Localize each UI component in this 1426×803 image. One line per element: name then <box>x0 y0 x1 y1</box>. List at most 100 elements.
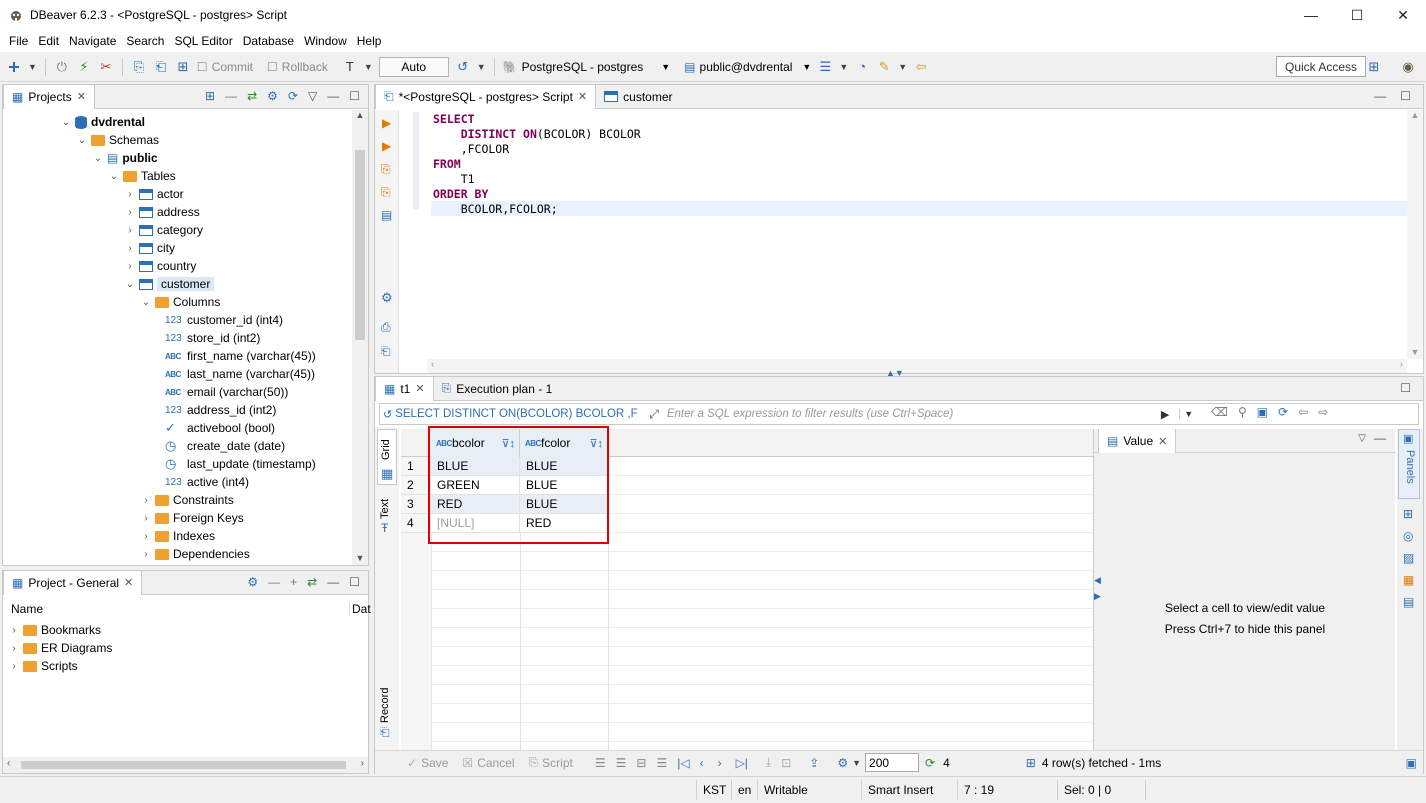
forward-arrow-icon[interactable]: ⇨ <box>1318 405 1328 419</box>
back-arrow-icon[interactable]: ⇦ <box>1298 405 1308 419</box>
link-editor-icon[interactable]: ⇄ <box>247 89 257 103</box>
filter-input[interactable]: Enter a SQL expression to filter results… <box>667 408 1157 420</box>
chevron-down-icon[interactable]: ⌄ <box>77 135 87 146</box>
chevron-right-icon[interactable]: › <box>125 225 135 236</box>
editor-horizontal-scrollbar[interactable]: ‹ › <box>427 359 1407 373</box>
gear-icon[interactable]: ⚙ <box>837 756 848 770</box>
chevron-down-icon[interactable]: ⌄ <box>61 117 71 128</box>
execute-script-new-tab-icon[interactable]: ⎘ <box>381 185 391 200</box>
refresh-icon[interactable]: ⟳ <box>288 89 298 103</box>
chevron-right-icon[interactable]: › <box>9 643 19 654</box>
tree-item-actor[interactable]: › actor <box>125 185 183 203</box>
value-view-icon[interactable]: ▤ <box>1403 595 1414 609</box>
tree-item-constraints[interactable]: › Constraints <box>141 491 233 509</box>
chevron-right-icon[interactable]: › <box>125 189 135 200</box>
sql-code-area[interactable]: SELECT DISTINCT ON(BCOLOR) BCOLOR ,FCOLO… <box>433 112 1403 352</box>
collapse-all-icon[interactable]: — <box>225 89 237 103</box>
add-row-icon[interactable]: ☰ <box>616 756 627 770</box>
collapse-left-icon[interactable]: ◀ <box>1094 575 1101 586</box>
tree-item-store_id[interactable]: 123 store_id (int2) <box>165 329 260 347</box>
tree-item-customer_id[interactable]: 123 customer_id (int4) <box>165 311 283 329</box>
panel-toggle-icon[interactable]: ▣ <box>1406 756 1417 770</box>
references-icon[interactable]: ▦ <box>1403 573 1414 587</box>
chevron-down-icon[interactable]: ▼ <box>364 62 373 72</box>
commit-button[interactable]: ☐ Commit <box>197 60 253 74</box>
menu-sql-editor[interactable]: SQL Editor <box>169 34 237 48</box>
maximize-view-icon[interactable]: ☐ <box>349 89 360 103</box>
scroll-thumb[interactable] <box>21 761 346 769</box>
tab-project-general[interactable]: ▦ Project - General ✕ <box>3 570 143 595</box>
open-perspective-icon[interactable]: ⊞ <box>1366 59 1382 75</box>
format-icon[interactable]: ☰ <box>817 59 833 75</box>
commit-mode-combo[interactable]: Auto <box>378 56 449 77</box>
previous-page-icon[interactable]: ‹ <box>700 756 704 770</box>
save-filter-icon[interactable]: ▣ <box>1257 405 1268 419</box>
menu-edit[interactable]: Edit <box>33 34 64 48</box>
tab-value[interactable]: ▤ Value ✕ <box>1098 429 1177 453</box>
tree-item-foreign[interactable]: › Foreign Keys <box>141 509 243 527</box>
scroll-right-icon[interactable]: › <box>1400 359 1403 370</box>
tree-item-address_id[interactable]: 123 address_id (int2) <box>165 401 276 419</box>
tree-item-dvdrental[interactable]: ⌄ dvdrental <box>61 113 145 131</box>
tab-execution-plan[interactable]: ⎘ Execution plan - 1 <box>434 377 561 401</box>
collapse-all-icon[interactable]: — <box>268 575 280 589</box>
dbeaver-perspective-icon[interactable]: ◉ <box>1400 59 1416 75</box>
chevron-right-icon[interactable]: › <box>141 531 151 542</box>
new-script-icon[interactable]: ⊞ <box>175 59 191 75</box>
close-button[interactable]: ✕ <box>1380 0 1426 30</box>
chevron-right-icon[interactable]: › <box>141 513 151 524</box>
chevron-down-icon[interactable]: ▼ <box>839 62 848 72</box>
scroll-down-icon[interactable]: ▼ <box>1407 347 1423 357</box>
tab-customer[interactable]: customer <box>596 85 680 109</box>
active-schema-selector[interactable]: ▤ public@dvdrental ▼ <box>684 60 811 74</box>
link-editor-icon[interactable]: ⇄ <box>307 575 317 589</box>
tree-item-create_date[interactable]: ◷ create_date (date) <box>165 437 285 455</box>
execute-statement-icon[interactable]: ▶ <box>382 116 391 130</box>
minimize-view-icon[interactable]: — <box>327 89 339 103</box>
next-page-icon[interactable]: › <box>718 756 722 770</box>
chevron-right-icon[interactable]: › <box>125 261 135 272</box>
tree-item-last_name[interactable]: ABC last_name (varchar(45)) <box>165 365 315 383</box>
menu-search[interactable]: Search <box>121 34 169 48</box>
tree-item-dependencies[interactable]: › Dependencies <box>141 545 249 563</box>
first-page-icon[interactable]: |◁ <box>677 756 689 770</box>
export-data-icon[interactable]: ⇪ <box>809 756 819 770</box>
chevron-right-icon[interactable]: › <box>9 661 19 672</box>
editor-vertical-scrollbar[interactable]: ▲ ▼ <box>1407 110 1423 359</box>
panels-toggle[interactable]: ▣ Panels <box>1398 429 1420 499</box>
close-icon[interactable]: ✕ <box>124 576 133 589</box>
row-number[interactable]: 1 <box>401 457 431 476</box>
collapse-right-icon[interactable]: ▶ <box>1094 591 1101 602</box>
last-page-icon[interactable]: ▷| <box>736 756 748 770</box>
scroll-thumb[interactable] <box>355 150 365 340</box>
gear-icon[interactable]: ⚙ <box>381 290 393 306</box>
apply-filter-icon[interactable]: ▶ <box>1161 408 1169 421</box>
chevron-down-icon[interactable]: ▼ <box>852 758 861 768</box>
maximize-button[interactable]: ☐ <box>1334 0 1380 30</box>
chevron-down-icon[interactable]: ⌄ <box>125 279 135 290</box>
scroll-up-icon[interactable]: ▲ <box>352 110 368 120</box>
chevron-right-icon[interactable]: › <box>141 549 151 560</box>
cancel-button[interactable]: Cancel <box>477 756 514 770</box>
back-icon[interactable]: ⇦ <box>913 59 929 75</box>
tree-item-bookmarks[interactable]: › Bookmarks <box>9 621 101 639</box>
menu-help[interactable]: Help <box>352 34 387 48</box>
close-icon[interactable]: ✕ <box>415 382 424 395</box>
close-icon[interactable]: ✕ <box>1158 435 1167 448</box>
clear-filter-icon[interactable]: ⌫ <box>1211 405 1228 419</box>
tree-item-activebool[interactable]: ✓ activebool (bool) <box>165 419 275 437</box>
metadata-icon[interactable]: ⊞ <box>1403 507 1413 521</box>
new-connection-icon[interactable] <box>6 59 22 75</box>
fetch-size-input[interactable]: 200 <box>865 753 920 772</box>
execute-script-icon[interactable]: ⎘ <box>381 162 391 177</box>
tree-item-active[interactable]: 123 active (int4) <box>165 473 249 491</box>
minimize-view-icon[interactable]: — <box>1374 89 1386 103</box>
tab-sql-script[interactable]: ⎗ *<PostgreSQL - postgres> Script ✕ <box>375 84 597 109</box>
dashboard-icon[interactable]: ◔ <box>854 59 870 75</box>
maximize-view-icon[interactable]: ☐ <box>1400 381 1411 395</box>
row-number[interactable]: 4 <box>401 514 431 533</box>
tree-item-er-diagrams[interactable]: › ER Diagrams <box>9 639 112 657</box>
scroll-right-icon[interactable]: › <box>361 758 364 769</box>
fetch-all-icon[interactable]: ⊡ <box>781 756 791 770</box>
gear-icon[interactable]: ⚙ <box>247 575 258 589</box>
